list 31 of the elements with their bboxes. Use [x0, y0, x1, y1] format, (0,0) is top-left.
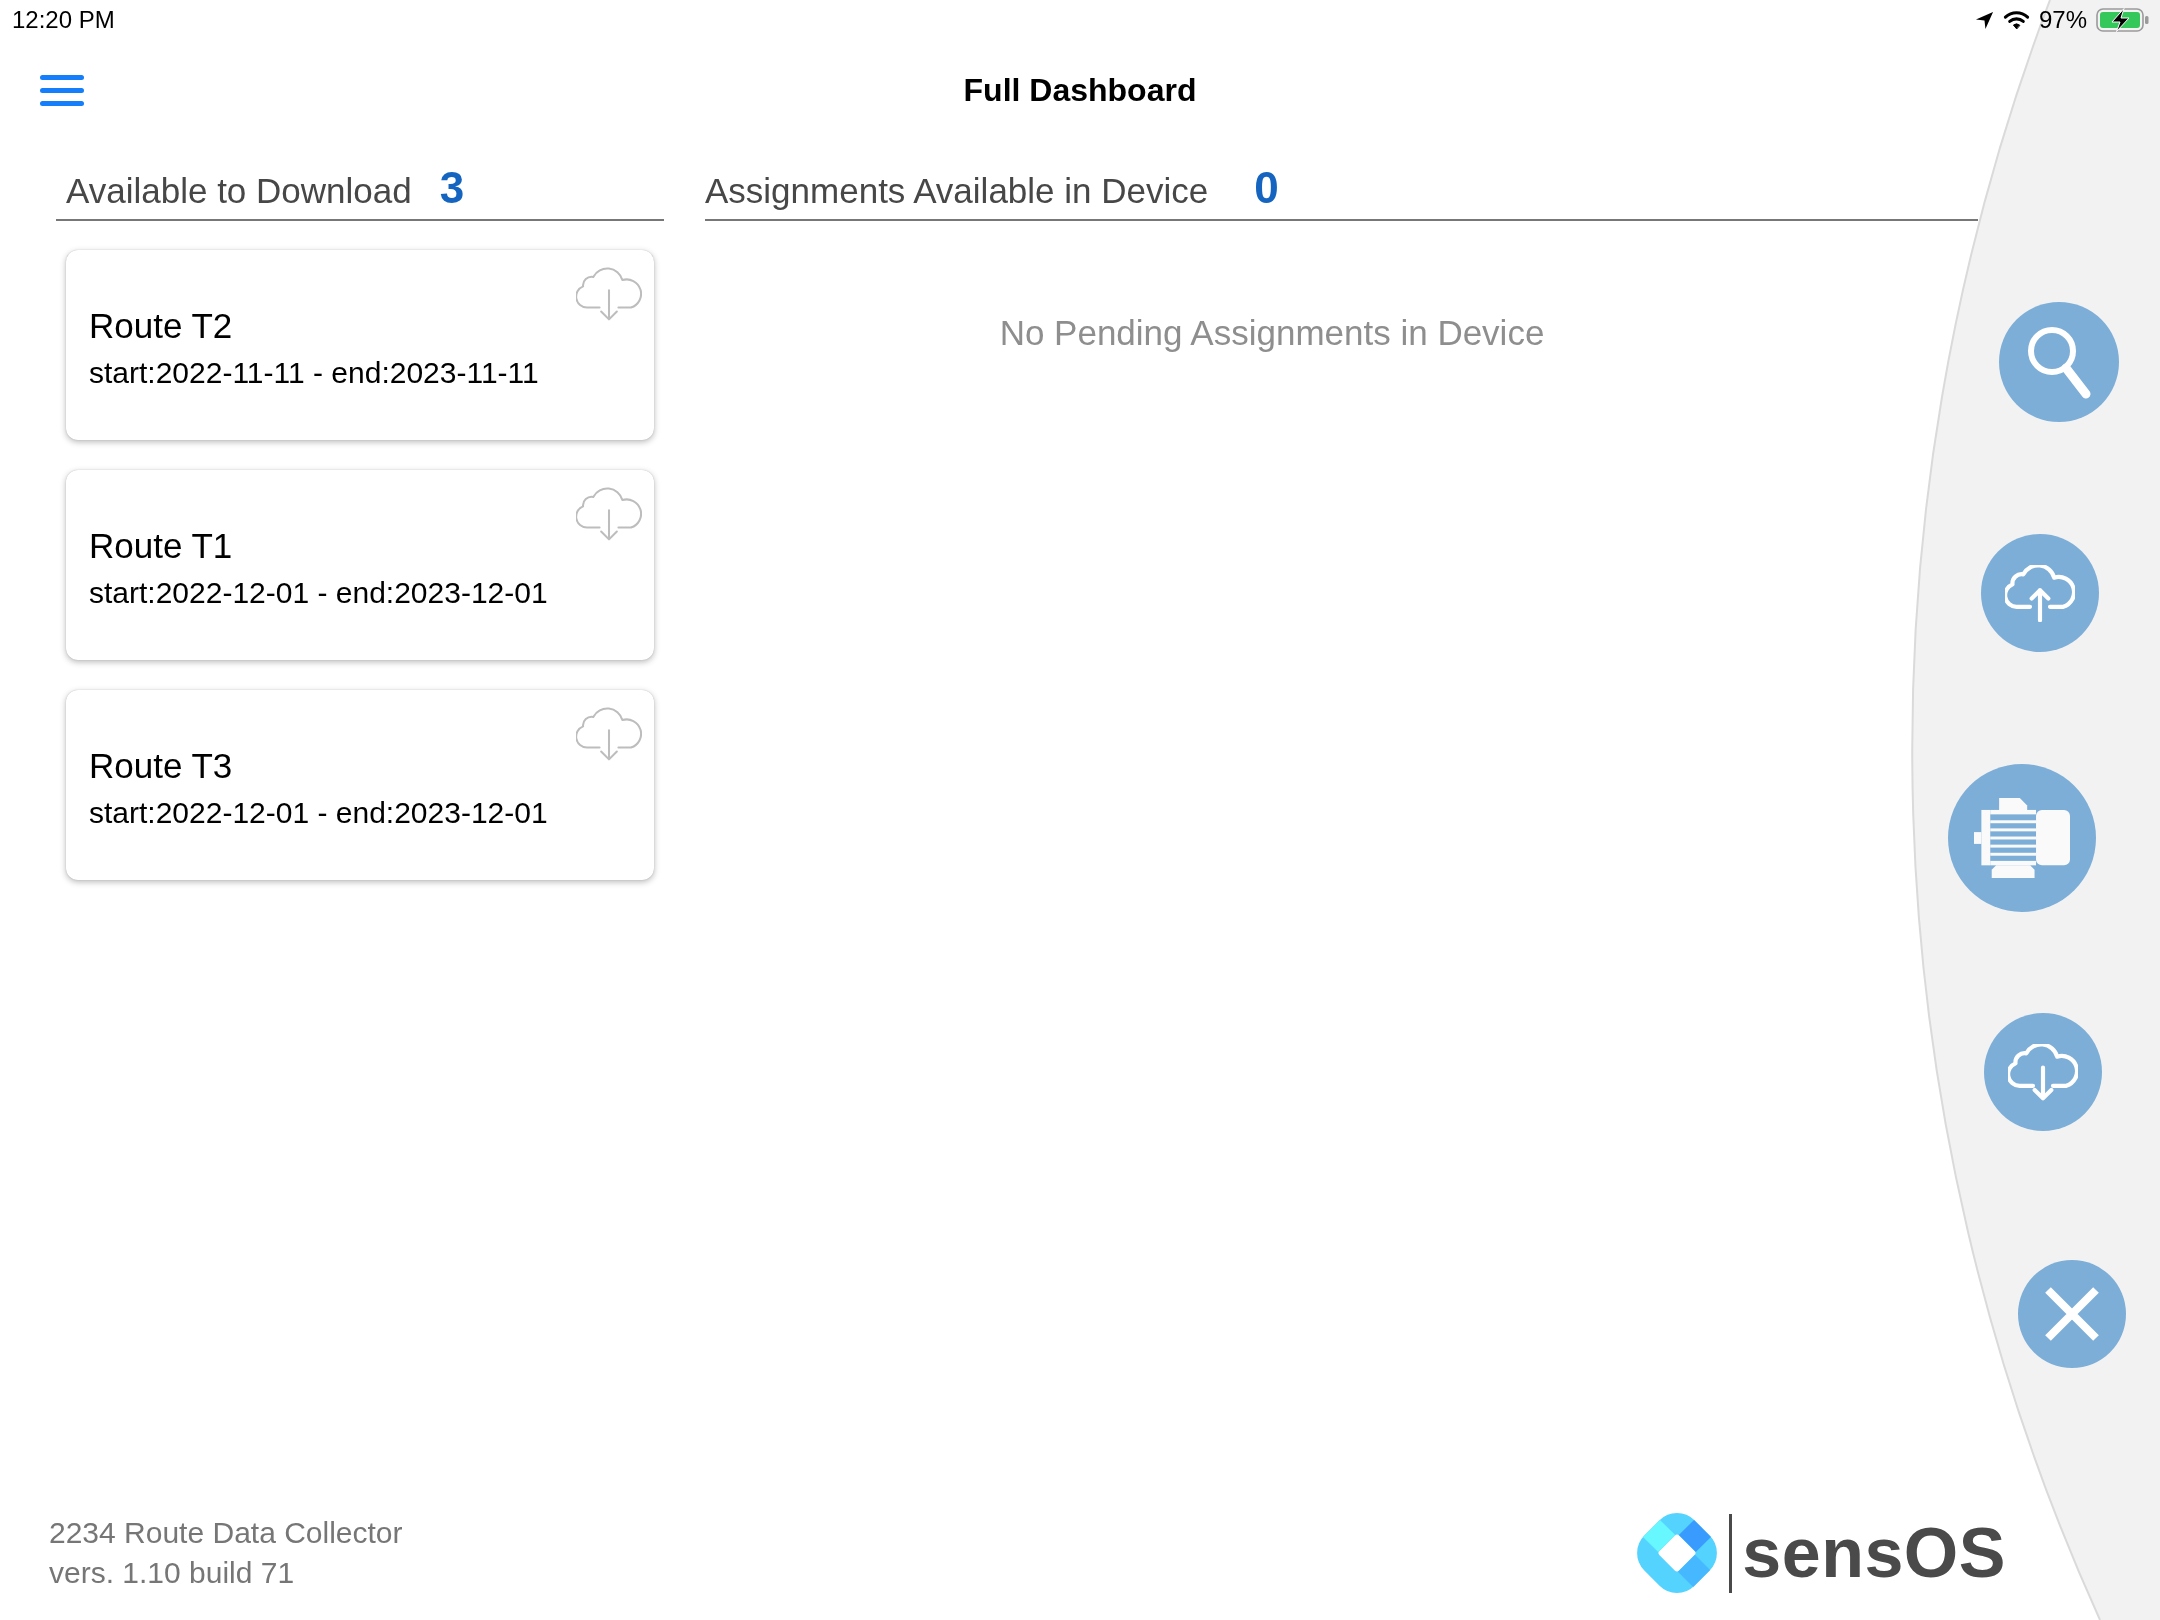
route-name: Route T3 [89, 744, 233, 787]
location-arrow-icon [1974, 10, 1994, 30]
section-title: Assignments Available in Device [705, 170, 1209, 212]
route-name: Route T1 [89, 524, 233, 567]
search-icon [2026, 325, 2092, 399]
close-icon [2045, 1287, 2099, 1341]
route-card[interactable]: Route T1 start:2022-12-01 - end:2023-12-01 [66, 469, 654, 660]
motor-icon [1974, 798, 2070, 878]
route-card[interactable]: Route T3 start:2022-12-01 - end:2023-12-01 [66, 689, 654, 880]
route-dates: start:2022-12-01 - end:2023-12-01 [89, 794, 548, 831]
battery-charging-icon [2096, 8, 2150, 32]
section-count: 3 [439, 162, 465, 214]
brand-name: sensOS [1742, 1518, 2006, 1588]
page-title: Full Dashboard [963, 71, 1197, 109]
status-time: 12:20 PM [12, 6, 115, 34]
app-name: 2234 Route Data Collector [49, 1515, 403, 1551]
app-version: vers. 1.10 build 71 [49, 1555, 295, 1591]
cloud-upload-icon [2005, 564, 2075, 622]
route-name: Route T2 [89, 304, 233, 347]
cloud-download-icon [2008, 1043, 2078, 1101]
section-title: Available to Download [66, 170, 412, 212]
logo-icon [1637, 1513, 1718, 1593]
section-count: 0 [1254, 162, 1279, 214]
empty-message: No Pending Assignments in Device [999, 311, 1545, 354]
route-card[interactable]: Route T2 start:2022-11-11 - end:2023-11-11 [66, 249, 654, 440]
route-dates: start:2022-11-11 - end:2023-11-11 [89, 354, 539, 391]
wifi-icon [2002, 10, 2030, 30]
battery-percentage: 97% [2038, 6, 2087, 34]
route-dates: start:2022-12-01 - end:2023-12-01 [89, 574, 548, 611]
menu-icon [40, 74, 84, 106]
menu-button[interactable] [40, 74, 84, 106]
